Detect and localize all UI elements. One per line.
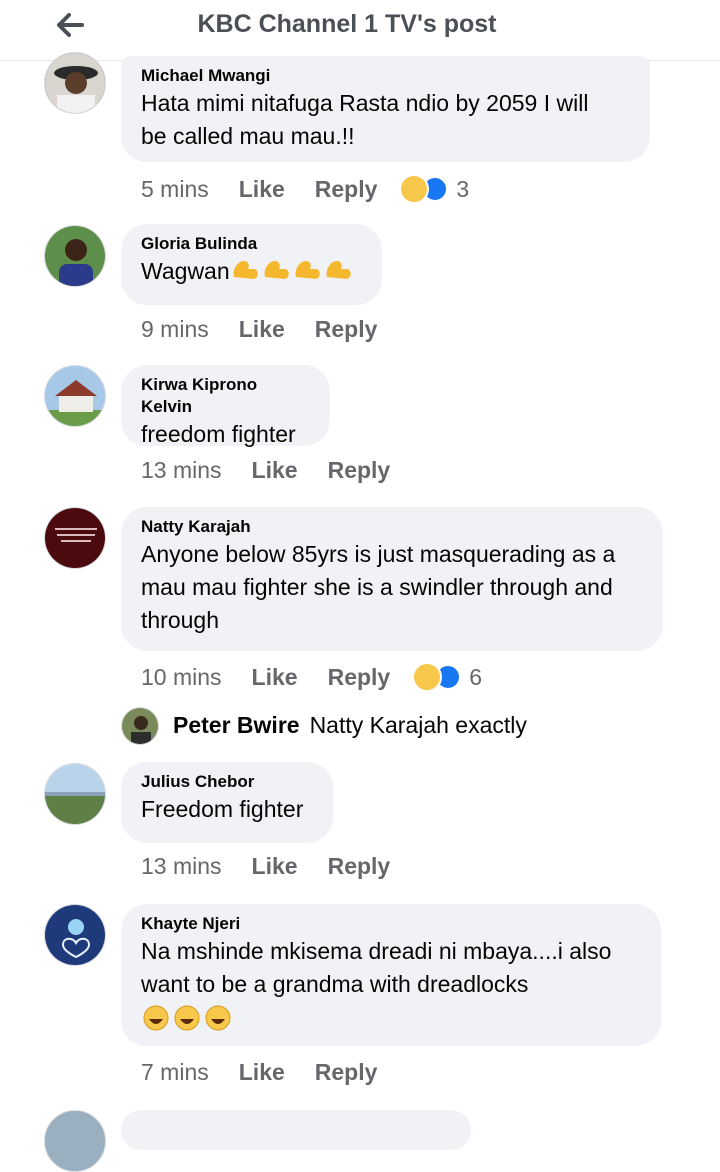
reaction-count: 3 <box>456 175 470 202</box>
avatar[interactable] <box>44 1110 106 1172</box>
laugh-reaction-icon <box>412 662 443 692</box>
comment-bubble[interactable]: Natty Karajah Anyone below 85yrs is just… <box>121 507 663 651</box>
rolling-laughing-icon <box>141 1003 641 1033</box>
reply-button[interactable]: Reply <box>315 316 378 343</box>
comment-text-line: through <box>141 607 220 633</box>
flexed-biceps-icon <box>230 255 356 290</box>
reply-button[interactable]: Reply <box>328 457 391 484</box>
comment-text-line: Hata mimi nitafuga Rasta ndio by 2059 I … <box>141 90 589 116</box>
comment-bubble[interactable]: Julius Chebor Freedom fighter <box>121 762 333 843</box>
reply-author[interactable]: Peter Bwire <box>173 712 300 739</box>
comment-text-line: be called mau mau.!! <box>141 123 355 149</box>
comment-time[interactable]: 9 mins <box>141 316 209 343</box>
reaction-summary[interactable]: 6 <box>412 662 482 692</box>
comment-bubble[interactable]: Gloria Bulinda Wagwan <box>121 224 382 305</box>
comment-time[interactable]: 10 mins <box>141 664 222 691</box>
like-button[interactable]: Like <box>239 1059 285 1086</box>
avatar[interactable] <box>44 52 106 114</box>
comment-meta: 13 mins Like Reply <box>141 457 412 484</box>
comment-text: Wagwan <box>141 255 362 290</box>
comment-text: Freedom fighter <box>141 796 304 822</box>
reaction-summary[interactable]: 3 <box>399 174 469 204</box>
reply-button[interactable]: Reply <box>315 176 378 203</box>
like-button[interactable]: Like <box>252 853 298 880</box>
comment-meta: 13 mins Like Reply <box>141 853 412 880</box>
commenter-name[interactable]: Khayte Njeri <box>141 913 641 935</box>
comment-time[interactable]: 13 mins <box>141 853 222 880</box>
avatar[interactable] <box>44 763 106 825</box>
reaction-count: 6 <box>469 663 483 690</box>
like-button[interactable]: Like <box>252 457 298 484</box>
reply-button[interactable]: Reply <box>328 853 391 880</box>
comment-time[interactable]: 7 mins <box>141 1059 209 1086</box>
comment-text-line: mau mau fighter she is a swindler throug… <box>141 574 613 600</box>
comment-bubble[interactable]: Khayte Njeri Na mshinde mkisema dreadi n… <box>121 904 661 1046</box>
comment-bubble[interactable]: Kirwa Kiprono Kelvin freedom fighter <box>121 365 330 447</box>
commenter-name[interactable]: Michael Mwangi <box>141 65 630 87</box>
laugh-reaction-icon <box>399 174 430 204</box>
avatar[interactable] <box>121 707 159 745</box>
comment-text: freedom fighter <box>141 421 296 447</box>
post-header: KBC Channel 1 TV's post <box>0 0 720 61</box>
comment-meta: 5 mins Like Reply 3 <box>141 174 469 204</box>
comment-meta: 7 mins Like Reply <box>141 1059 399 1086</box>
commenter-name[interactable]: Kirwa Kiprono Kelvin <box>141 374 310 418</box>
avatar[interactable] <box>44 507 106 569</box>
like-button[interactable]: Like <box>252 664 298 691</box>
commenter-name[interactable]: Gloria Bulinda <box>141 233 362 255</box>
avatar[interactable] <box>44 904 106 966</box>
comment-bubble[interactable]: Michael Mwangi Hata mimi nitafuga Rasta … <box>121 56 650 162</box>
like-button[interactable]: Like <box>239 176 285 203</box>
reply-button[interactable]: Reply <box>315 1059 378 1086</box>
comment-meta: 9 mins Like Reply <box>141 316 399 343</box>
like-button[interactable]: Like <box>239 316 285 343</box>
reply-button[interactable]: Reply <box>328 664 391 691</box>
comment-meta: 10 mins Like Reply 6 <box>141 662 482 692</box>
comment-text-value: Wagwan <box>141 258 230 284</box>
avatar[interactable] <box>44 365 106 427</box>
reply-preview[interactable]: Peter Bwire Natty Karajah exactly <box>161 712 527 739</box>
comment-bubble[interactable] <box>121 1110 471 1150</box>
comment-text-line: want to be a grandma with dreadlocks <box>141 971 529 997</box>
comment-text-line: Anyone below 85yrs is just masquerading … <box>141 541 616 567</box>
avatar[interactable] <box>44 225 106 287</box>
commenter-name[interactable]: Julius Chebor <box>141 771 313 793</box>
reply-text: Natty Karajah exactly <box>309 712 527 738</box>
comment-time[interactable]: 5 mins <box>141 176 209 203</box>
comment-time[interactable]: 13 mins <box>141 457 222 484</box>
comment-text-line: Na mshinde mkisema dreadi ni mbaya....i … <box>141 938 612 964</box>
page-title: KBC Channel 1 TV's post <box>197 10 497 38</box>
commenter-name[interactable]: Natty Karajah <box>141 516 643 538</box>
